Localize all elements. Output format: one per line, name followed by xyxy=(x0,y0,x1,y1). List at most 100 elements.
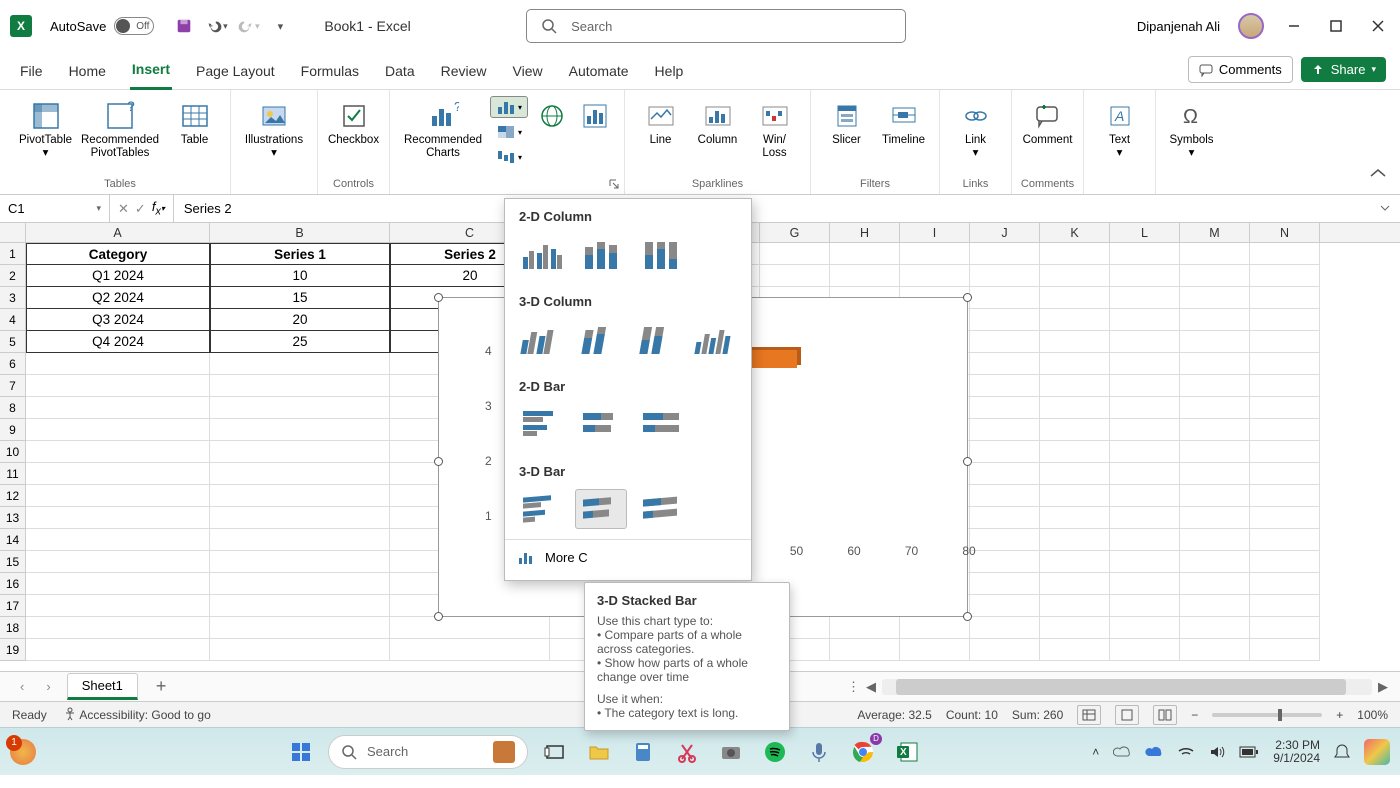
cell[interactable] xyxy=(26,617,210,639)
pivot-chart-button[interactable] xyxy=(574,96,616,136)
autosave-toggle[interactable]: Off xyxy=(114,17,154,35)
cell[interactable] xyxy=(1180,243,1250,265)
clustered-bar-option[interactable] xyxy=(515,404,567,444)
cell[interactable] xyxy=(1180,419,1250,441)
cell[interactable]: 10 xyxy=(210,265,390,287)
row-header[interactable]: 10 xyxy=(0,441,26,463)
zoom-percent[interactable]: 100% xyxy=(1357,708,1388,722)
cell[interactable] xyxy=(26,463,210,485)
cell[interactable] xyxy=(1040,463,1110,485)
taskview-button[interactable] xyxy=(538,735,572,769)
cell[interactable] xyxy=(26,441,210,463)
volume-icon[interactable] xyxy=(1209,745,1225,759)
add-sheet-button[interactable]: + xyxy=(148,676,175,697)
search-box[interactable]: Search xyxy=(526,9,906,43)
cell[interactable] xyxy=(970,353,1040,375)
col-header-k[interactable]: K xyxy=(1040,223,1110,242)
cell[interactable] xyxy=(1040,551,1110,573)
cell[interactable] xyxy=(210,551,390,573)
cell[interactable] xyxy=(390,639,550,661)
maximize-button[interactable] xyxy=(1324,14,1348,38)
row-header[interactable]: 13 xyxy=(0,507,26,529)
file-explorer-button[interactable] xyxy=(582,735,616,769)
cell[interactable] xyxy=(970,309,1040,331)
3d-clustered-column-option[interactable] xyxy=(515,319,566,359)
comment-button[interactable]: Comment xyxy=(1020,96,1075,149)
cell[interactable] xyxy=(1180,265,1250,287)
cell[interactable] xyxy=(1250,639,1320,661)
cell[interactable] xyxy=(1250,287,1320,309)
cell[interactable] xyxy=(210,353,390,375)
cell[interactable] xyxy=(1040,397,1110,419)
cell[interactable] xyxy=(390,617,550,639)
recommended-charts-button[interactable]: ?Recommended Charts xyxy=(398,96,488,162)
user-avatar[interactable] xyxy=(1238,13,1264,39)
cell[interactable] xyxy=(26,353,210,375)
tab-view[interactable]: View xyxy=(511,55,545,89)
tab-help[interactable]: Help xyxy=(653,55,686,89)
snipping-tool-button[interactable] xyxy=(670,735,704,769)
cell[interactable] xyxy=(970,617,1040,639)
cell[interactable] xyxy=(900,617,970,639)
name-box[interactable]: C1 ▾ xyxy=(0,195,110,222)
more-column-charts-option[interactable]: More C xyxy=(505,539,751,574)
sparkline-winloss-button[interactable]: Win/ Loss xyxy=(747,96,802,162)
cell[interactable] xyxy=(26,397,210,419)
charts-dialog-launcher[interactable] xyxy=(608,178,622,192)
cell[interactable] xyxy=(1110,243,1180,265)
row-header[interactable]: 14 xyxy=(0,529,26,551)
col-header-b[interactable]: B xyxy=(210,223,390,242)
col-header-j[interactable]: J xyxy=(970,223,1040,242)
cell[interactable] xyxy=(1040,287,1110,309)
3d-100-stacked-bar-option[interactable] xyxy=(635,489,687,529)
cell[interactable] xyxy=(900,243,970,265)
cell[interactable] xyxy=(1180,441,1250,463)
3d-clustered-bar-option[interactable] xyxy=(515,489,567,529)
col-header-a[interactable]: A xyxy=(26,223,210,242)
cell[interactable] xyxy=(970,397,1040,419)
row-header[interactable]: 11 xyxy=(0,463,26,485)
cell[interactable] xyxy=(210,595,390,617)
cell[interactable] xyxy=(26,529,210,551)
cell[interactable] xyxy=(1040,507,1110,529)
cell[interactable] xyxy=(970,507,1040,529)
cell[interactable] xyxy=(1180,507,1250,529)
cell[interactable] xyxy=(26,507,210,529)
redo-button[interactable]: ▾ xyxy=(235,13,261,39)
cell[interactable]: Q3 2024 xyxy=(26,309,210,331)
cancel-formula-button[interactable]: ✕ xyxy=(118,201,129,217)
cell[interactable] xyxy=(1040,595,1110,617)
cell[interactable] xyxy=(210,485,390,507)
cell[interactable] xyxy=(210,463,390,485)
3d-column-option[interactable] xyxy=(691,319,742,359)
cell[interactable]: Category xyxy=(26,243,210,265)
save-button[interactable] xyxy=(171,13,197,39)
sheet-prev-button[interactable]: ‹ xyxy=(14,679,30,694)
cell[interactable] xyxy=(830,265,900,287)
page-layout-view-button[interactable] xyxy=(1115,705,1139,725)
cell[interactable] xyxy=(1180,463,1250,485)
cell[interactable] xyxy=(1180,353,1250,375)
cell[interactable] xyxy=(210,375,390,397)
cell[interactable] xyxy=(1040,265,1110,287)
pivot-table-button[interactable]: PivotTable▾ xyxy=(18,96,73,162)
horizontal-scrollbar[interactable] xyxy=(882,679,1372,695)
cell[interactable] xyxy=(970,287,1040,309)
cell[interactable] xyxy=(1250,419,1320,441)
undo-button[interactable]: ▾ xyxy=(203,13,229,39)
cell[interactable] xyxy=(1250,331,1320,353)
user-name[interactable]: Dipanjenah Ali xyxy=(1137,19,1220,34)
sheet-tab-sheet1[interactable]: Sheet1 xyxy=(67,673,138,700)
onedrive-icon[interactable] xyxy=(1145,745,1163,759)
start-button[interactable] xyxy=(284,735,318,769)
cell[interactable] xyxy=(1040,617,1110,639)
slicer-button[interactable]: Slicer xyxy=(819,96,874,149)
col-header-l[interactable]: L xyxy=(1110,223,1180,242)
cell[interactable] xyxy=(1250,265,1320,287)
row-header[interactable]: 5 xyxy=(0,331,26,353)
sparkline-line-button[interactable]: Line xyxy=(633,96,688,149)
cell[interactable] xyxy=(970,441,1040,463)
cell[interactable]: Q1 2024 xyxy=(26,265,210,287)
cell[interactable]: Series 1 xyxy=(210,243,390,265)
zoom-in-button[interactable]: + xyxy=(1336,708,1343,722)
